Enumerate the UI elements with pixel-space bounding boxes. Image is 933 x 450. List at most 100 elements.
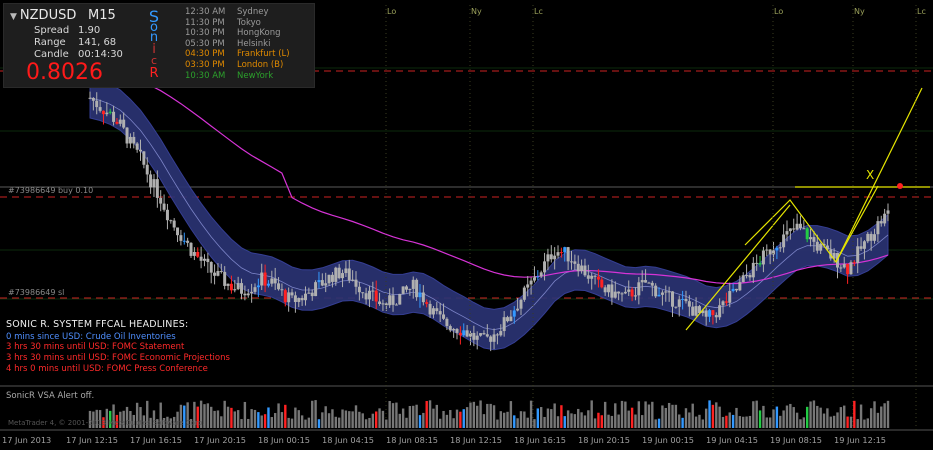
volume-bar xyxy=(644,401,647,428)
volume-bar xyxy=(317,419,321,428)
candle-body xyxy=(509,316,513,322)
candle-body xyxy=(650,282,654,286)
volume-bar xyxy=(577,408,580,428)
x-tick-label: 18 Jun 04:15 xyxy=(322,435,374,445)
candle-body xyxy=(324,283,328,286)
volume-bar xyxy=(610,415,614,428)
volume-bar xyxy=(230,407,233,428)
volume-bar xyxy=(445,414,449,428)
volume-bar xyxy=(422,412,425,428)
candle-body xyxy=(708,310,712,317)
volume-bar xyxy=(240,419,243,428)
volume-bar xyxy=(465,407,469,428)
candle-body xyxy=(442,314,446,319)
candle-body xyxy=(122,119,126,128)
candle-body xyxy=(876,221,880,235)
candle-body xyxy=(199,256,203,261)
volume-bar xyxy=(381,410,385,428)
candle-body xyxy=(512,310,516,317)
candle-body xyxy=(559,252,563,254)
headline-item[interactable]: 4 hrs 0 mins until USD: FOMC Press Confe… xyxy=(6,364,230,375)
candle-body xyxy=(458,332,462,336)
candle-label: Candle xyxy=(34,49,69,60)
volume-bar xyxy=(412,405,415,428)
candle-body xyxy=(408,288,412,290)
volume-bar xyxy=(469,402,472,428)
candle-body xyxy=(401,286,405,294)
buy-order-label: #73986649 buy 0.10 xyxy=(8,186,93,195)
volume-bar xyxy=(563,416,566,428)
chevron-down-icon[interactable]: ▼ xyxy=(10,12,17,22)
headline-item[interactable]: 3 hrs 30 mins until USD: FOMC Economic P… xyxy=(6,353,230,364)
candle-body xyxy=(263,272,267,286)
candle-body xyxy=(277,283,281,290)
volume-bar xyxy=(802,417,806,428)
candle-body xyxy=(371,290,375,292)
candle-body xyxy=(270,278,274,284)
candle-body xyxy=(172,220,176,228)
candle-body xyxy=(378,301,382,304)
candle-body xyxy=(586,275,590,279)
volume-bar xyxy=(415,404,418,428)
candle-body xyxy=(644,280,648,283)
volume-bar xyxy=(779,415,782,428)
volume-bar xyxy=(583,415,587,428)
candle-body xyxy=(243,293,247,296)
candle-body xyxy=(209,262,213,273)
headline-item[interactable]: 0 mins since USD: Crude Oil Inventories xyxy=(6,332,230,343)
candle-body xyxy=(202,258,206,261)
x-tick-label: 18 Jun 12:15 xyxy=(450,435,502,445)
volume-bar xyxy=(684,408,688,428)
headline-item[interactable]: 3 hrs 30 mins until USD: FOMC Statement xyxy=(6,342,230,353)
symbol-label[interactable]: ▼ NZDUSD xyxy=(10,8,76,23)
volume-bar xyxy=(536,408,540,428)
candle-body xyxy=(303,293,307,301)
volume-bar xyxy=(331,409,334,428)
volume-bar xyxy=(260,415,263,428)
sonic-letter: c xyxy=(150,54,158,67)
candle-body xyxy=(506,317,510,322)
candle-body xyxy=(182,240,186,242)
volume-bar xyxy=(859,404,863,428)
candle-body xyxy=(731,288,735,292)
candle-body xyxy=(765,249,769,251)
volume-bar xyxy=(236,410,240,428)
candle-body xyxy=(617,291,621,294)
candle-body xyxy=(462,330,466,336)
volume-bar xyxy=(876,412,880,428)
volume-bar xyxy=(664,407,667,428)
volume-bar xyxy=(701,419,705,428)
volume-bar xyxy=(560,405,563,428)
volume-bar xyxy=(886,400,890,428)
candle-body xyxy=(674,306,678,308)
volume-bar xyxy=(334,416,337,428)
volume-bar xyxy=(435,404,439,428)
volume-bar xyxy=(550,409,553,428)
session-marker-label: Lo xyxy=(387,7,396,16)
volume-bar xyxy=(263,414,267,428)
candle-body xyxy=(118,119,122,124)
candle-body xyxy=(714,315,718,318)
candle-body xyxy=(671,291,675,307)
volume-bar xyxy=(711,404,715,428)
volume-bar xyxy=(294,407,297,428)
candle-body xyxy=(839,267,843,269)
volume-bar xyxy=(587,410,590,428)
volume-bar xyxy=(762,405,765,428)
volume-bar xyxy=(418,415,422,428)
candle-body xyxy=(347,268,351,281)
candle-body xyxy=(556,252,560,256)
volume-bar xyxy=(657,418,661,428)
candle-body xyxy=(280,289,284,291)
x-mark: X xyxy=(866,168,874,182)
session-name: NewYork xyxy=(237,70,274,81)
candle-body xyxy=(108,111,112,113)
candle-body xyxy=(145,164,149,175)
volume-bar xyxy=(651,401,654,428)
session-name: London (B) xyxy=(237,59,284,70)
volume-bar xyxy=(721,416,725,428)
candle-body xyxy=(640,280,644,283)
volume-bar xyxy=(337,417,341,428)
volume-bar xyxy=(745,416,748,428)
candle-body xyxy=(873,234,877,241)
